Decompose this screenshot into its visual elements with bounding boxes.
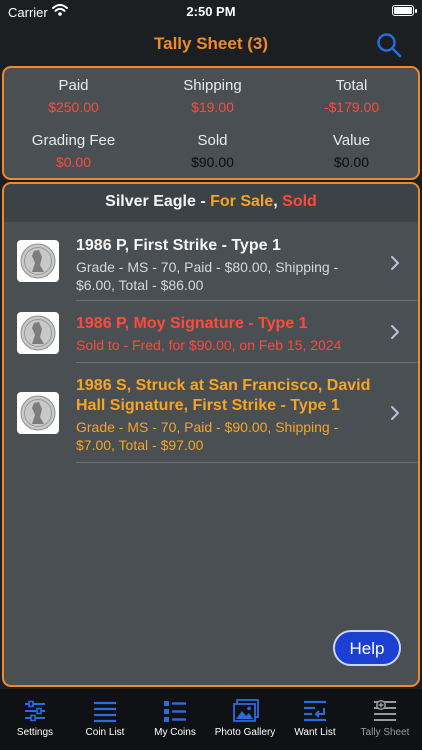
page-title: Tally Sheet (3) xyxy=(154,34,268,53)
section-separator: - xyxy=(195,193,211,210)
battery-icon xyxy=(392,5,417,16)
list-item[interactable]: 1986 P, First Strike - Type 1 Grade - MS… xyxy=(4,222,418,301)
list-item[interactable]: 1986 P, Moy Signature - Type 1 Sold to -… xyxy=(4,301,418,363)
tab-bar: Settings Coin List My Coins Photo Galler… xyxy=(0,689,422,750)
section-name: Silver Eagle xyxy=(105,193,196,210)
tab-label: My Coins xyxy=(154,727,196,738)
photo-icon xyxy=(233,699,259,722)
summary-value: Value $0.00 xyxy=(282,132,421,170)
total-label: Total xyxy=(335,77,368,94)
total-value: -$179.00 xyxy=(323,99,380,115)
paid-label: Paid xyxy=(58,77,89,94)
status-bar: Carrier 2:50 PM xyxy=(0,0,422,24)
row-divider xyxy=(76,462,418,463)
tab-tally-sheet[interactable]: Tally Sheet xyxy=(350,689,420,750)
paid-value: $250.00 xyxy=(48,99,99,115)
summary-total: Total -$179.00 xyxy=(282,77,421,115)
help-button[interactable]: Help xyxy=(333,630,401,666)
grading-fee-label: Grading Fee xyxy=(31,132,116,149)
tab-label: Coin List xyxy=(85,727,125,738)
tab-label: Want List xyxy=(294,727,336,738)
coin-thumbnail xyxy=(17,312,59,354)
shipping-value: $19.00 xyxy=(191,99,234,115)
value-value: $0.00 xyxy=(333,154,370,170)
summary-grading-fee: Grading Fee $0.00 xyxy=(4,132,143,170)
item-title: 1986 S, Struck at San Francisco, David H… xyxy=(76,377,371,414)
coin-list-card: Silver Eagle - For Sale, Sold 1986 P, Fi… xyxy=(2,182,420,687)
item-detail: Grade - MS - 70, Paid - $80.00, Shipping… xyxy=(76,259,339,293)
for-sale-label: For Sale xyxy=(210,193,274,210)
tab-label: Tally Sheet xyxy=(360,727,410,738)
want-list-icon xyxy=(304,700,326,722)
coin-thumbnail xyxy=(17,392,59,434)
tab-settings[interactable]: Settings xyxy=(0,689,70,750)
list-icon xyxy=(94,701,116,723)
chevron-right-icon xyxy=(390,405,400,421)
section-header: Silver Eagle - For Sale, Sold xyxy=(4,184,418,222)
item-title: 1986 P, First Strike - Type 1 xyxy=(76,237,281,254)
summary-sold: Sold $90.00 xyxy=(143,132,282,170)
tab-photo-gallery[interactable]: Photo Gallery xyxy=(210,689,280,750)
shipping-label: Shipping xyxy=(183,77,242,94)
sold-status-label: Sold xyxy=(282,193,317,210)
list-item[interactable]: 1986 S, Struck at San Francisco, David H… xyxy=(4,363,418,463)
tab-label: Photo Gallery xyxy=(214,727,276,738)
sold-label: Sold xyxy=(197,132,228,149)
tab-my-coins[interactable]: My Coins xyxy=(140,689,210,750)
value-label: Value xyxy=(332,132,371,149)
summary-paid: Paid $250.00 xyxy=(4,77,143,115)
nav-bar: Tally Sheet (3) xyxy=(0,24,422,64)
section-comma: , xyxy=(273,193,283,210)
chevron-right-icon xyxy=(390,324,400,340)
tab-want-list[interactable]: Want List xyxy=(280,689,350,750)
chevron-right-icon xyxy=(390,255,400,271)
search-icon[interactable] xyxy=(376,32,402,58)
tally-icon xyxy=(374,700,396,721)
summary-card: Paid $250.00 Shipping $19.00 Total -$179… xyxy=(2,66,420,180)
summary-shipping: Shipping $19.00 xyxy=(143,77,282,115)
item-detail: Grade - MS - 70, Paid - $90.00, Shipping… xyxy=(76,419,339,453)
coin-thumbnail xyxy=(17,240,59,282)
item-title: 1986 P, Moy Signature - Type 1 xyxy=(76,315,308,332)
sold-value: $90.00 xyxy=(191,154,234,170)
grid-list-icon xyxy=(164,701,186,722)
clock: 2:50 PM xyxy=(186,4,236,19)
tab-label: Settings xyxy=(16,727,54,738)
sliders-icon xyxy=(25,700,45,722)
grading-fee-value: $0.00 xyxy=(55,154,92,170)
tab-coin-list[interactable]: Coin List xyxy=(70,689,140,750)
item-detail: Sold to - Fred, for $90.00, on Feb 15, 2… xyxy=(76,337,342,353)
